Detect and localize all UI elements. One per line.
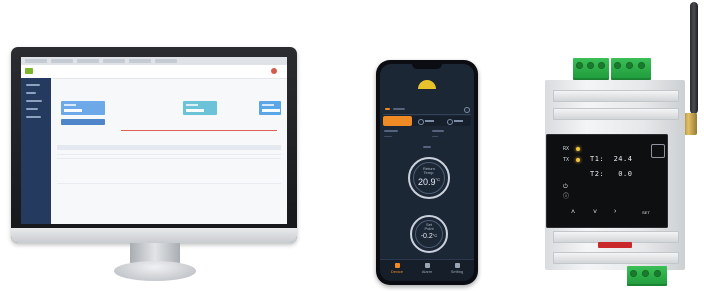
led-indicator	[576, 147, 580, 151]
setpoint-gauge[interactable]: Set Point -0.2°C	[410, 215, 448, 253]
device-row[interactable]	[383, 104, 471, 115]
kpi-tile	[61, 101, 105, 115]
alarm-icon	[424, 263, 430, 268]
browser-toolbar	[21, 57, 287, 65]
display-line: T2: 0.0	[590, 170, 633, 178]
led-label: TX	[563, 157, 570, 163]
sidebar-item	[26, 116, 41, 118]
terminal-block	[611, 58, 651, 80]
desktop-monitor	[11, 47, 297, 243]
gauge-value: 20.9°C	[417, 177, 441, 187]
info-icon[interactable]: ⓘ	[563, 194, 569, 201]
browser-tab	[51, 59, 73, 63]
browser-tab	[103, 59, 125, 63]
device-icon	[394, 263, 400, 268]
dashboard-header	[21, 65, 287, 79]
info-label	[432, 130, 444, 132]
app-logo	[25, 68, 33, 74]
sidebar-item	[26, 108, 38, 110]
phone-app-screen: Return Temp. 20.9°C Set Point -0.2°C Dev…	[380, 64, 474, 281]
housing-rib	[553, 252, 679, 264]
tab-active[interactable]	[383, 116, 412, 126]
browser-tab	[77, 59, 99, 63]
gauge-caption: Return Temp.	[422, 166, 435, 175]
nav-alarm[interactable]: Alarm	[412, 263, 442, 274]
nav-settings[interactable]: Setting	[442, 263, 472, 274]
kpi-tile	[183, 101, 217, 115]
bottom-nav: Device Alarm Setting	[380, 259, 474, 281]
table-row	[57, 154, 281, 155]
section-label	[423, 146, 431, 148]
gauge-caption: Set Point	[424, 222, 434, 231]
user-avatar	[271, 68, 277, 74]
tab-icon[interactable]	[418, 119, 424, 125]
terminal-block	[573, 58, 609, 80]
housing-rib	[553, 108, 679, 120]
tab-icon[interactable]	[447, 119, 453, 125]
gauge-value: -0.2°C	[420, 233, 438, 240]
trend-line	[121, 130, 277, 131]
down-arrow-button[interactable]: ˅	[593, 209, 597, 216]
terminal-block	[627, 266, 667, 286]
return-temp-gauge[interactable]: Return Temp. 20.9°C	[408, 157, 450, 199]
tab-strip	[383, 116, 471, 126]
settings-icon[interactable]	[464, 107, 470, 113]
display-line: T1: 24.4	[590, 155, 633, 163]
table-header	[57, 145, 281, 150]
phone-notch	[412, 64, 442, 69]
dashboard-screen	[21, 57, 287, 224]
table-row	[57, 183, 281, 184]
tab-strip	[61, 119, 105, 125]
led-label: RX	[563, 146, 570, 152]
kpi-tile	[259, 101, 281, 115]
power-icon[interactable]: ⏻	[563, 184, 568, 191]
up-arrow-button[interactable]: ˄	[571, 209, 575, 216]
sidebar-item	[26, 92, 36, 94]
sidebar-item	[26, 100, 42, 102]
wire	[598, 242, 632, 248]
browser-tab	[129, 59, 151, 63]
monitor-foot	[114, 261, 196, 281]
browser-tab	[25, 59, 47, 63]
nav-device[interactable]: Device	[382, 263, 412, 274]
antenna	[690, 2, 698, 114]
browser-tab	[155, 59, 177, 63]
dashboard-sidebar	[21, 78, 51, 224]
set-button[interactable]: SET	[642, 210, 650, 215]
sun-icon	[418, 80, 436, 89]
brand-logo	[651, 144, 665, 158]
monitor-stand	[130, 243, 180, 263]
led-indicator	[576, 158, 580, 162]
smartphone: Return Temp. 20.9°C Set Point -0.2°C Dev…	[376, 60, 478, 285]
sidebar-item	[26, 84, 40, 86]
info-label	[384, 130, 398, 132]
controller-front-panel: RX TX T1: 24.4 T2: 0.0 ⏻ ⓘ ˄ ˅ › SET	[546, 134, 668, 228]
monitor-chin	[11, 228, 297, 243]
settings-icon	[454, 263, 460, 268]
table-row	[57, 158, 281, 159]
right-arrow-button[interactable]: ›	[614, 208, 616, 215]
housing-rib	[553, 90, 679, 102]
